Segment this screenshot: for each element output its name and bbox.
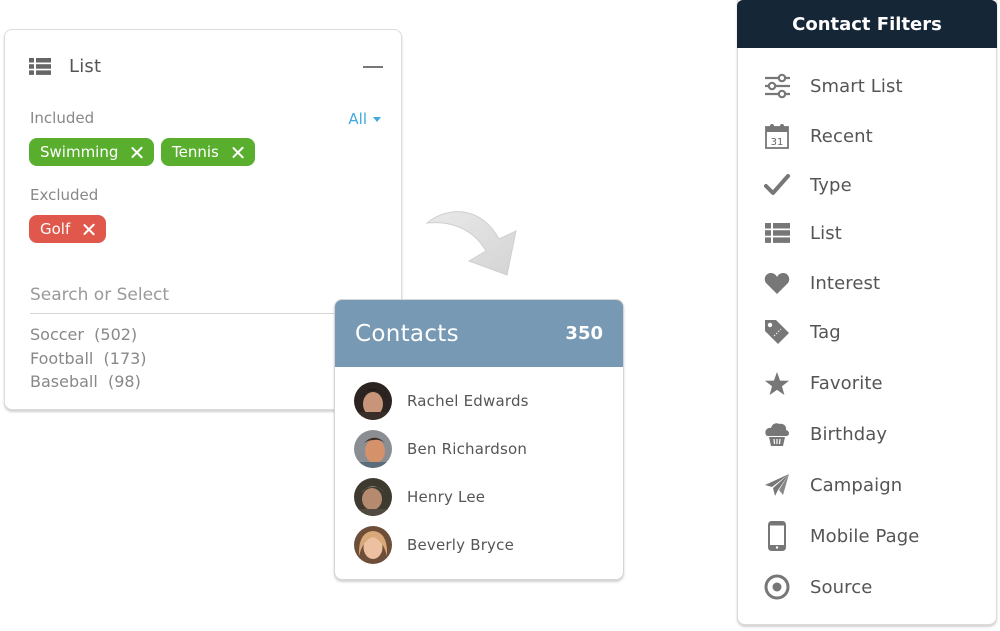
included-chip[interactable]: Swimming <box>29 138 155 166</box>
target-icon <box>762 572 792 602</box>
caret-down-icon <box>373 116 381 122</box>
filter-list[interactable]: List <box>762 216 982 250</box>
filter-birthday[interactable]: Birthday <box>762 417 982 451</box>
contact-row[interactable]: Rachel Edwards <box>354 382 529 420</box>
filter-label: Tag <box>810 321 841 343</box>
filter-label: Birthday <box>810 423 888 445</box>
filter-smart-list[interactable]: Smart List <box>762 69 982 103</box>
contact-row[interactable]: Beverly Bryce <box>354 526 514 564</box>
contacts-title: Contacts <box>355 320 459 347</box>
filter-type[interactable]: Type <box>762 168 982 202</box>
excluded-label: Excluded <box>30 186 99 204</box>
filter-label: Favorite <box>810 372 883 394</box>
avatar <box>354 382 392 420</box>
option-item[interactable]: Baseball (98) <box>30 370 147 394</box>
search-input[interactable] <box>30 276 380 314</box>
list-icon <box>762 218 792 248</box>
option-name: Baseball <box>30 372 98 391</box>
included-label: Included <box>30 109 95 127</box>
cupcake-icon <box>762 419 792 449</box>
filter-label: List <box>810 222 842 244</box>
contact-name: Ben Richardson <box>407 440 528 458</box>
contact-name: Beverly Bryce <box>407 536 515 554</box>
contacts-count: 350 <box>565 323 603 344</box>
chip-label: Swimming <box>40 143 119 161</box>
contact-filters-header: Contact Filters <box>737 0 997 48</box>
paper-plane-icon <box>762 470 792 500</box>
filter-label: Mobile Page <box>810 525 920 547</box>
contacts-header: Contacts 350 <box>335 300 623 367</box>
filter-mobile-page[interactable]: Mobile Page <box>762 519 982 553</box>
check-icon <box>762 170 792 200</box>
sliders-icon <box>762 71 792 101</box>
mobile-icon <box>762 521 792 551</box>
filter-label: Campaign <box>810 474 903 496</box>
filter-recent[interactable]: 31 Recent <box>762 119 982 153</box>
filter-label: Smart List <box>810 75 903 97</box>
tag-icon <box>762 317 792 347</box>
close-icon[interactable] <box>232 146 245 159</box>
avatar <box>354 430 392 468</box>
option-name: Soccer <box>30 325 84 344</box>
filter-favorite[interactable]: Favorite <box>762 366 982 400</box>
curved-arrow-icon <box>425 211 517 276</box>
option-name: Football <box>30 348 94 368</box>
star-icon <box>762 368 792 398</box>
included-mode-value: All <box>348 110 367 128</box>
option-count: (502) <box>94 325 138 344</box>
option-item[interactable]: Soccer (502) <box>30 323 147 347</box>
included-chip[interactable]: Tennis <box>161 138 255 166</box>
filter-tag[interactable]: Tag <box>762 315 982 349</box>
filter-label: Interest <box>810 272 881 294</box>
filter-campaign[interactable]: Campaign <box>762 468 982 502</box>
filter-interest[interactable]: Interest <box>762 266 982 300</box>
contacts-panel: Contacts 350 Rachel Edwards Ben Richards… <box>334 299 624 580</box>
close-icon[interactable] <box>83 223 96 236</box>
minus-icon[interactable] <box>363 66 383 68</box>
option-count: (173) <box>103 348 147 368</box>
filter-label: Recent <box>810 125 873 147</box>
calendar-day: 31 <box>771 137 784 148</box>
chip-label: Tennis <box>172 143 219 161</box>
avatar <box>354 478 392 516</box>
avatar <box>354 526 392 564</box>
option-item[interactable]: Football (173) <box>30 347 147 371</box>
filter-source[interactable]: Source <box>762 570 982 604</box>
contact-name: Rachel Edwards <box>407 392 529 410</box>
options-list: Soccer (502) Football (173) Baseball (98… <box>30 323 147 394</box>
chip-label: Golf <box>40 220 71 238</box>
filter-label: Source <box>810 576 873 598</box>
contact-name: Henry Lee <box>407 488 486 506</box>
close-icon[interactable] <box>131 146 144 159</box>
list-panel-title: List <box>69 56 102 77</box>
filter-label: Type <box>810 174 852 196</box>
contact-row[interactable]: Ben Richardson <box>354 430 527 468</box>
list-panel-header: List <box>29 56 101 77</box>
heart-icon <box>762 268 792 298</box>
list-icon <box>29 58 51 75</box>
calendar-icon: 31 <box>762 121 792 151</box>
contact-row[interactable]: Henry Lee <box>354 478 485 516</box>
excluded-chip[interactable]: Golf <box>29 215 107 243</box>
contact-filters-panel: Contact Filters Smart List 31 Recent Typ… <box>737 0 997 625</box>
option-count: (98) <box>107 372 141 391</box>
included-mode-dropdown[interactable]: All <box>348 110 381 128</box>
